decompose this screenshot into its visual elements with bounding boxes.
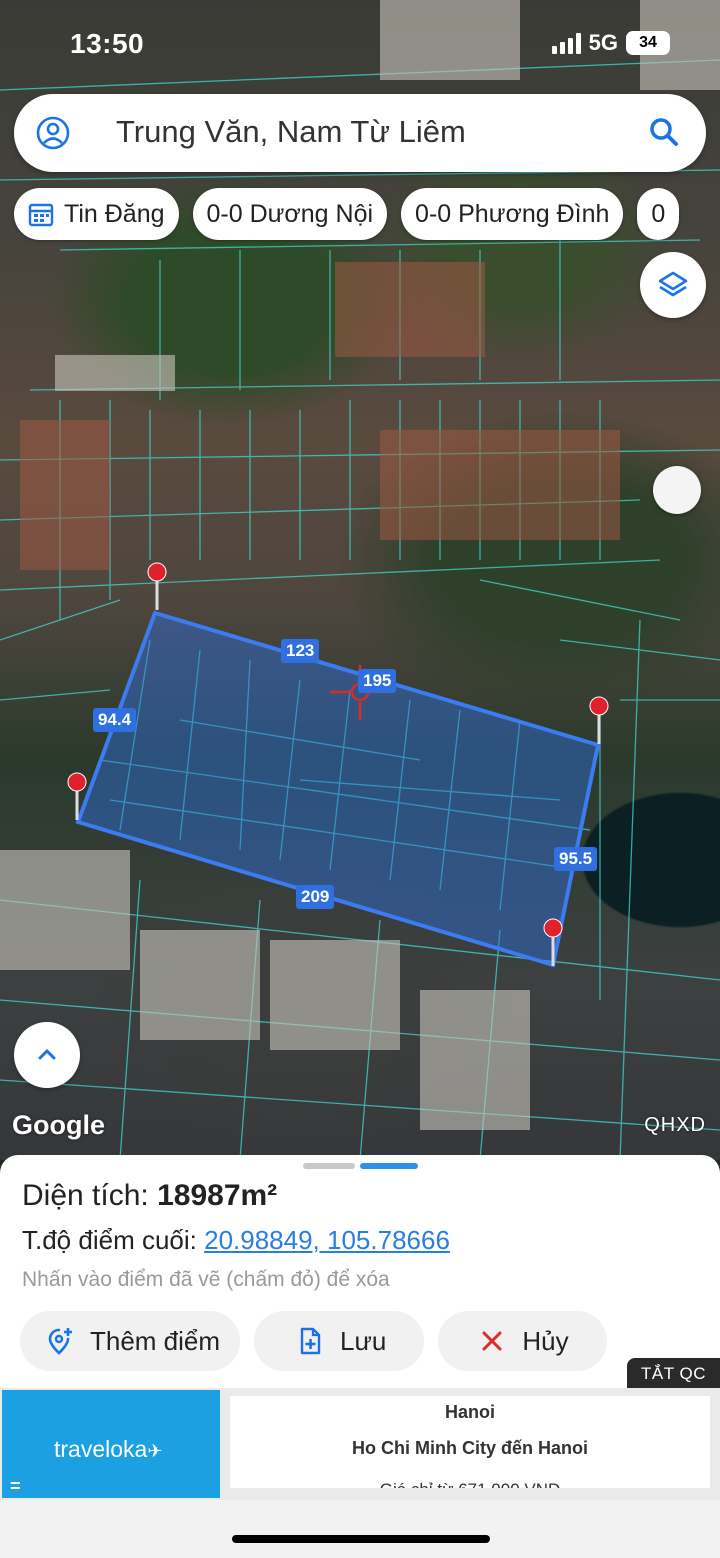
ad-title: Hanoi (444, 1402, 495, 1422)
add-point-button[interactable]: Thêm điểm (20, 1311, 241, 1371)
network-type: 5G (588, 30, 618, 55)
cancel-button[interactable]: Hủy (438, 1311, 607, 1371)
traveloka-logo: traveloka✈ (54, 1436, 163, 1462)
chip-tin-dang[interactable]: Tin Đăng (14, 188, 179, 240)
close-ad-button[interactable]: TẮT QC (626, 1358, 720, 1390)
search-bar[interactable]: Trung Văn, Nam Từ Liêm (14, 94, 706, 172)
chip-phuong-dinh[interactable]: 0-0 Phương Đình (401, 188, 624, 240)
coord-label: T.độ điểm cuối: (22, 1225, 197, 1255)
button-label: Lưu (340, 1325, 387, 1356)
layers-icon (658, 271, 688, 297)
google-logo: Google (12, 1110, 105, 1140)
home-indicator[interactable] (232, 1535, 490, 1543)
ad-banner[interactable]: traveloka✈ = Hanoi Ho Chi Minh City đến … (0, 1388, 720, 1500)
add-location-icon (48, 1328, 72, 1355)
chevron-up-icon (38, 1049, 56, 1060)
status-indicators: 5G 34 (551, 30, 670, 56)
filter-chips: Tin Đăng 0-0 Dương Nội 0-0 Phương Đình 0 (14, 188, 680, 240)
layers-button[interactable] (640, 252, 706, 318)
chip-label: 0 (651, 199, 666, 228)
ad-brand-panel: traveloka✈ = (2, 1390, 220, 1498)
cadastral-overlay (0, 0, 720, 1160)
map-view[interactable]: 123 195 94.4 95.5 209 13:50 5G 34 Trung … (0, 0, 720, 1160)
edge-length-label: 123 (281, 639, 320, 663)
button-label: Thêm điểm (90, 1325, 221, 1356)
coord-row: T.độ điểm cuối: 20.98849, 105.78666 (22, 1225, 450, 1256)
pin-1 (147, 562, 167, 610)
edge-length-label: 209 (296, 885, 335, 909)
chip-more[interactable]: 0 (637, 188, 680, 240)
area-value: 18987m² (157, 1179, 278, 1212)
measured-polygon (75, 610, 601, 968)
button-label: Hủy (522, 1325, 569, 1356)
chip-label: 0-0 Phương Đình (415, 199, 610, 228)
calendar-icon (28, 203, 54, 227)
measure-sheet: Diện tích: 18987m² T.độ điểm cuối: 20.98… (0, 1155, 720, 1390)
search-icon[interactable] (648, 116, 680, 148)
ad-subtitle: Ho Chi Minh City đến Hanoi (352, 1438, 588, 1458)
ad-content: Hanoi Ho Chi Minh City đến Hanoi Giá chỉ… (230, 1396, 710, 1488)
hint-text: Nhấn vào điểm đã vẽ (chấm đỏ) để xóa (22, 1268, 390, 1291)
chip-label: Tin Đăng (64, 199, 165, 228)
battery-icon: 34 (626, 31, 670, 55)
edge-length-label: 95.5 (554, 847, 598, 871)
area-row: Diện tích: 18987m² (22, 1179, 277, 1213)
layer-tag: QHXD (644, 1114, 706, 1136)
menu-icon: = (10, 1476, 21, 1496)
drag-handle[interactable] (653, 466, 701, 514)
coord-link[interactable]: 20.98849, 105.78666 (204, 1225, 450, 1255)
expand-button[interactable] (14, 1022, 80, 1088)
account-icon[interactable] (36, 116, 70, 150)
chip-label: 0-0 Dương Nội (206, 199, 374, 228)
save-button[interactable]: Lưu (254, 1311, 425, 1371)
bottom-area (0, 1500, 720, 1558)
edge-length-label: 94.4 (93, 708, 137, 732)
sheet-handle-active[interactable] (360, 1163, 418, 1169)
chip-duong-noi[interactable]: 0-0 Dương Nội (192, 188, 388, 240)
close-icon (482, 1331, 502, 1351)
action-buttons: Thêm điểm Lưu Hủy (20, 1311, 607, 1371)
pin-2 (589, 696, 609, 744)
area-label: Diện tích: (22, 1179, 149, 1212)
search-query[interactable]: Trung Văn, Nam Từ Liêm (116, 114, 466, 150)
status-time: 13:50 (70, 28, 145, 59)
ad-price: Giá chỉ từ 671.000 VND (230, 1480, 710, 1488)
edge-length-label: 195 (358, 669, 397, 693)
save-file-icon (300, 1327, 321, 1355)
signal-icon (551, 32, 581, 54)
sheet-handle[interactable] (303, 1163, 355, 1169)
